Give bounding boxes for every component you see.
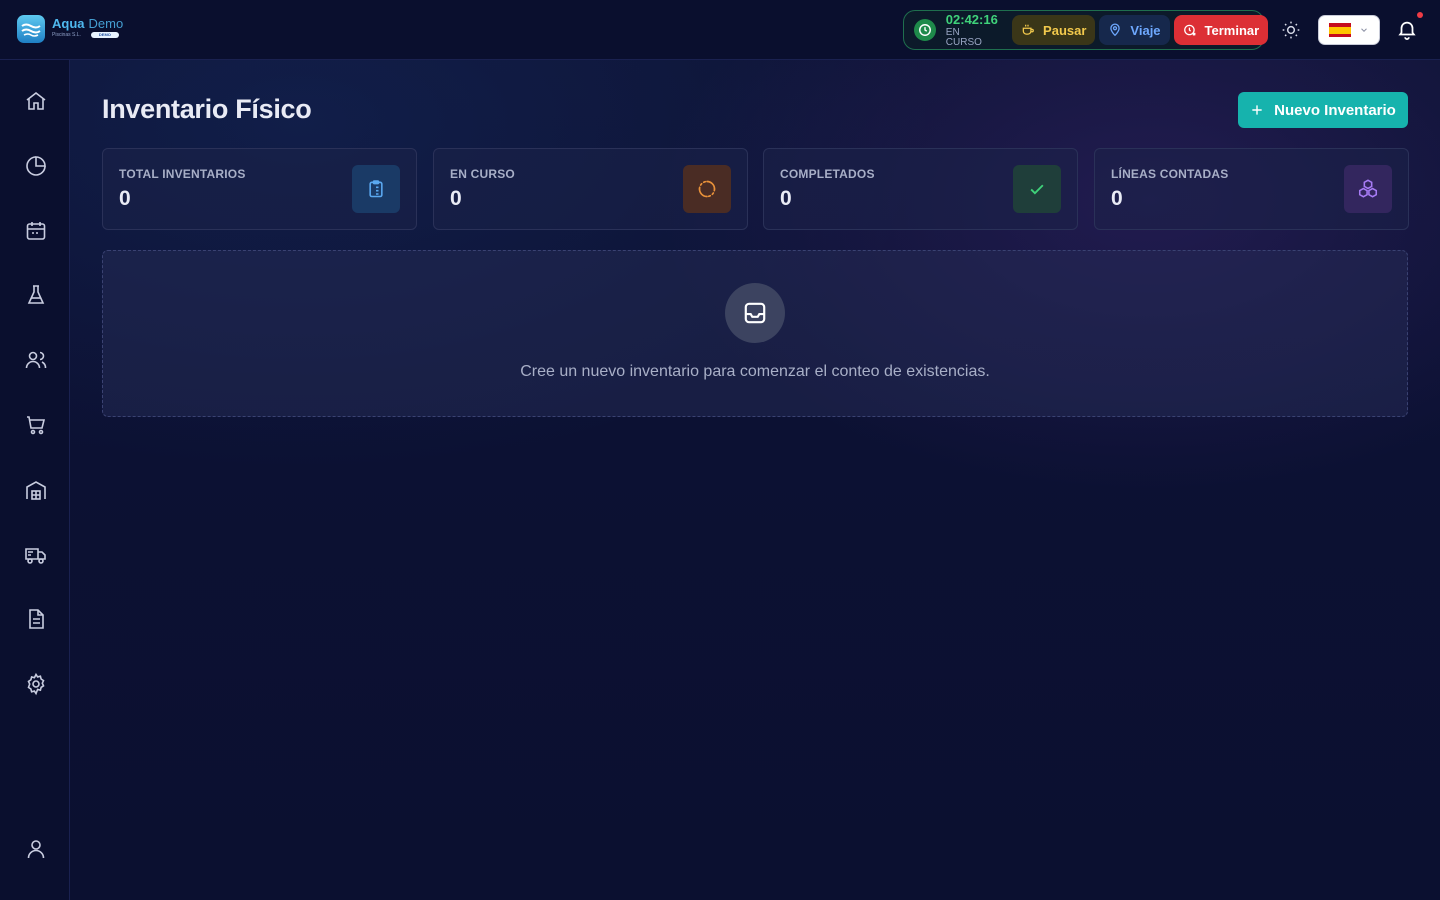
sidebar-item-delivery[interactable] xyxy=(23,542,49,568)
stat-value: 0 xyxy=(1111,187,1123,210)
new-inventory-label: Nuevo Inventario xyxy=(1274,101,1396,119)
pause-label: Pausar xyxy=(1043,22,1087,38)
sidebar xyxy=(0,60,70,900)
brand-subtitle: Piscinas S.L. xyxy=(52,31,81,38)
page-background xyxy=(0,0,1440,900)
brand-name: Aqua xyxy=(52,16,85,31)
clipboard-icon xyxy=(352,165,400,213)
stat-value: 0 xyxy=(119,187,131,210)
pause-button[interactable]: Pausar xyxy=(1012,15,1096,45)
page-title: Inventario Físico xyxy=(102,94,312,124)
chevron-down-icon xyxy=(1361,28,1367,32)
truck-icon xyxy=(25,548,46,564)
top-bar: Aqua Demo Piscinas S.L. DEMO 02:42:16 EN… xyxy=(0,0,1440,60)
sidebar-item-lab[interactable] xyxy=(23,282,49,308)
sidebar-item-profile[interactable] xyxy=(23,836,49,862)
empty-state: Cree un nuevo inventario para comenzar e… xyxy=(102,250,1408,417)
trip-label: Viaje xyxy=(1130,22,1161,38)
sidebar-item-shop[interactable] xyxy=(23,412,49,438)
stat-label: LÍNEAS CONTADAS xyxy=(1111,167,1229,181)
sidebar-item-warehouse[interactable] xyxy=(23,478,49,504)
sidebar-item-calendar[interactable] xyxy=(23,218,49,244)
home-icon xyxy=(26,91,46,110)
warehouse-icon xyxy=(26,481,46,500)
empty-state-message: Cree un nuevo inventario para comenzar e… xyxy=(520,363,990,380)
sidebar-item-documents[interactable] xyxy=(23,606,49,632)
stat-value: 0 xyxy=(450,187,462,210)
sidebar-item-reports[interactable] xyxy=(23,153,49,179)
stat-value: 0 xyxy=(780,187,792,210)
language-select[interactable] xyxy=(1318,15,1380,45)
users-icon xyxy=(25,351,47,369)
flask-icon xyxy=(27,285,45,304)
spain-flag-icon xyxy=(1329,23,1351,37)
notification-dot xyxy=(1417,12,1423,18)
stat-label: EN CURSO xyxy=(450,167,515,181)
inbox-icon xyxy=(725,283,785,343)
sidebar-item-customers[interactable] xyxy=(23,347,49,373)
end-label: Terminar xyxy=(1204,22,1260,38)
bell-icon[interactable] xyxy=(1396,18,1418,40)
sun-icon[interactable] xyxy=(1281,20,1301,40)
clock-icon xyxy=(914,19,936,41)
timer-value: 02:42:16 xyxy=(945,11,998,27)
trip-button[interactable]: Viaje xyxy=(1099,15,1170,45)
stat-label: TOTAL INVENTARIOS xyxy=(119,167,246,181)
boxes-icon xyxy=(1344,165,1392,213)
user-icon xyxy=(27,840,45,859)
sidebar-item-settings[interactable] xyxy=(23,671,49,697)
stat-card-in-progress: EN CURSO 0 xyxy=(433,148,748,230)
stat-card-lines-counted: LÍNEAS CONTADAS 0 xyxy=(1094,148,1409,230)
brand-tag: Demo xyxy=(88,16,124,31)
sidebar-item-home[interactable] xyxy=(23,88,49,114)
calendar-icon xyxy=(26,222,46,240)
cart-icon xyxy=(27,416,46,435)
gear-icon xyxy=(27,672,45,696)
pie-chart-icon xyxy=(26,156,46,176)
coffee-icon xyxy=(1022,24,1034,35)
plus-icon xyxy=(1252,105,1262,115)
new-inventory-button[interactable]: Nuevo Inventario xyxy=(1238,92,1408,128)
demo-badge: DEMO xyxy=(90,32,119,38)
loader-icon xyxy=(683,165,731,213)
stat-card-total: TOTAL INVENTARIOS 0 xyxy=(102,148,417,230)
timer-status: EN CURSO xyxy=(945,26,982,48)
session-timer: 02:42:16 EN CURSO xyxy=(914,13,998,48)
end-button[interactable]: Terminar xyxy=(1173,15,1269,45)
wave-logo-icon xyxy=(17,15,45,43)
stat-card-completed: COMPLETADOS 0 xyxy=(763,148,1078,230)
stop-clock-icon xyxy=(1183,24,1196,36)
map-pin-icon xyxy=(1110,23,1121,37)
stat-label: COMPLETADOS xyxy=(780,167,875,181)
brand-logo[interactable]: Aqua Demo Piscinas S.L. DEMO xyxy=(17,15,123,43)
document-icon xyxy=(29,609,44,629)
check-icon xyxy=(1013,165,1061,213)
work-session-bar: 02:42:16 EN CURSO Pausar Viaje Terminar xyxy=(903,10,1269,50)
